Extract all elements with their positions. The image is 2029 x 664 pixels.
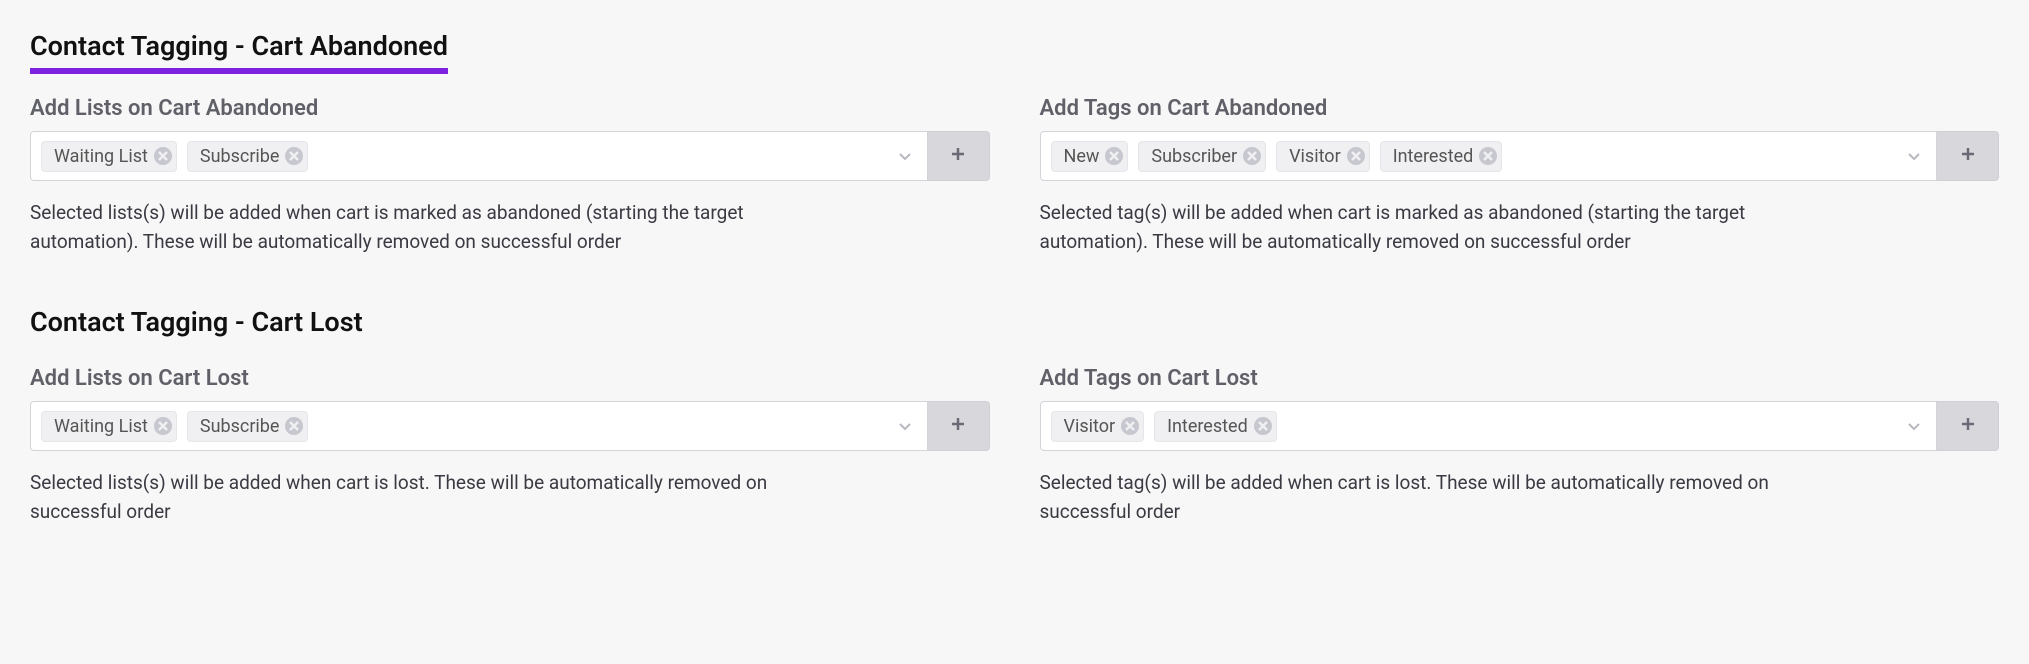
chevron-down-icon[interactable] <box>1906 418 1922 434</box>
tag-label: Interested <box>1393 146 1474 167</box>
section-row: Add Lists on Cart Abandoned Waiting List… <box>30 96 1999 256</box>
field-right: Add Tags on Cart Abandoned New Subscribe… <box>1040 96 2000 256</box>
tag-label: Subscriber <box>1151 146 1237 167</box>
multiselect-input[interactable]: Waiting List Subscribe <box>30 131 928 181</box>
plus-icon <box>1960 146 1976 167</box>
multiselect-input[interactable]: Visitor Interested <box>1040 401 1938 451</box>
multiselect-input[interactable]: New Subscriber Visitor Interested <box>1040 131 1938 181</box>
add-button[interactable] <box>928 131 990 181</box>
plus-icon <box>1960 416 1976 437</box>
section-1: Contact Tagging - Cart Lost Add Lists on… <box>30 306 1999 526</box>
select-group: Waiting List Subscribe <box>30 131 990 181</box>
field-right: Add Tags on Cart Lost Visitor Interested <box>1040 366 2000 526</box>
plus-icon <box>950 416 966 437</box>
chevron-down-icon[interactable] <box>897 418 913 434</box>
select-group: New Subscriber Visitor Interested <box>1040 131 2000 181</box>
tags-wrap: Visitor Interested <box>1051 411 1897 442</box>
remove-tag-icon[interactable] <box>154 147 172 165</box>
tag-label: Subscribe <box>200 416 280 437</box>
help-text: Selected lists(s) will be added when car… <box>30 469 770 526</box>
select-group: Visitor Interested <box>1040 401 2000 451</box>
field-label: Add Tags on Cart Abandoned <box>1040 96 2000 121</box>
remove-tag-icon[interactable] <box>1105 147 1123 165</box>
selected-tag: Waiting List <box>41 141 177 172</box>
field-label: Add Lists on Cart Lost <box>30 366 990 391</box>
chevron-down-icon[interactable] <box>897 148 913 164</box>
tag-label: Visitor <box>1289 146 1341 167</box>
help-text: Selected tag(s) will be added when cart … <box>1040 199 1780 256</box>
tag-label: Waiting List <box>54 416 148 437</box>
selected-tag: Interested <box>1154 411 1277 442</box>
plus-icon <box>950 146 966 167</box>
selected-tag: Visitor <box>1276 141 1370 172</box>
field-label: Add Tags on Cart Lost <box>1040 366 2000 391</box>
remove-tag-icon[interactable] <box>1243 147 1261 165</box>
section-title: Contact Tagging - Cart Abandoned <box>30 30 448 74</box>
tags-wrap: New Subscriber Visitor Interested <box>1051 141 1897 172</box>
section-0: Contact Tagging - Cart Abandoned Add Lis… <box>30 30 1999 256</box>
multiselect-input[interactable]: Waiting List Subscribe <box>30 401 928 451</box>
tag-label: Waiting List <box>54 146 148 167</box>
selected-tag: Visitor <box>1051 411 1145 442</box>
help-text: Selected tag(s) will be added when cart … <box>1040 469 1780 526</box>
help-text: Selected lists(s) will be added when car… <box>30 199 770 256</box>
tag-label: Visitor <box>1064 416 1116 437</box>
remove-tag-icon[interactable] <box>1254 417 1272 435</box>
add-button[interactable] <box>928 401 990 451</box>
remove-tag-icon[interactable] <box>1479 147 1497 165</box>
tags-wrap: Waiting List Subscribe <box>41 141 887 172</box>
section-row: Add Lists on Cart Lost Waiting List Subs… <box>30 366 1999 526</box>
add-button[interactable] <box>1937 131 1999 181</box>
selected-tag: Interested <box>1380 141 1503 172</box>
field-label: Add Lists on Cart Abandoned <box>30 96 990 121</box>
select-group: Waiting List Subscribe <box>30 401 990 451</box>
chevron-down-icon[interactable] <box>1906 148 1922 164</box>
tags-wrap: Waiting List Subscribe <box>41 411 887 442</box>
selected-tag: Subscribe <box>187 141 309 172</box>
field-left: Add Lists on Cart Lost Waiting List Subs… <box>30 366 990 526</box>
tag-label: New <box>1064 146 1100 167</box>
section-title: Contact Tagging - Cart Lost <box>30 306 363 344</box>
remove-tag-icon[interactable] <box>1347 147 1365 165</box>
remove-tag-icon[interactable] <box>285 147 303 165</box>
selected-tag: New <box>1051 141 1129 172</box>
selected-tag: Subscriber <box>1138 141 1266 172</box>
remove-tag-icon[interactable] <box>1121 417 1139 435</box>
field-left: Add Lists on Cart Abandoned Waiting List… <box>30 96 990 256</box>
selected-tag: Waiting List <box>41 411 177 442</box>
tag-label: Interested <box>1167 416 1248 437</box>
remove-tag-icon[interactable] <box>285 417 303 435</box>
selected-tag: Subscribe <box>187 411 309 442</box>
add-button[interactable] <box>1937 401 1999 451</box>
tag-label: Subscribe <box>200 146 280 167</box>
remove-tag-icon[interactable] <box>154 417 172 435</box>
